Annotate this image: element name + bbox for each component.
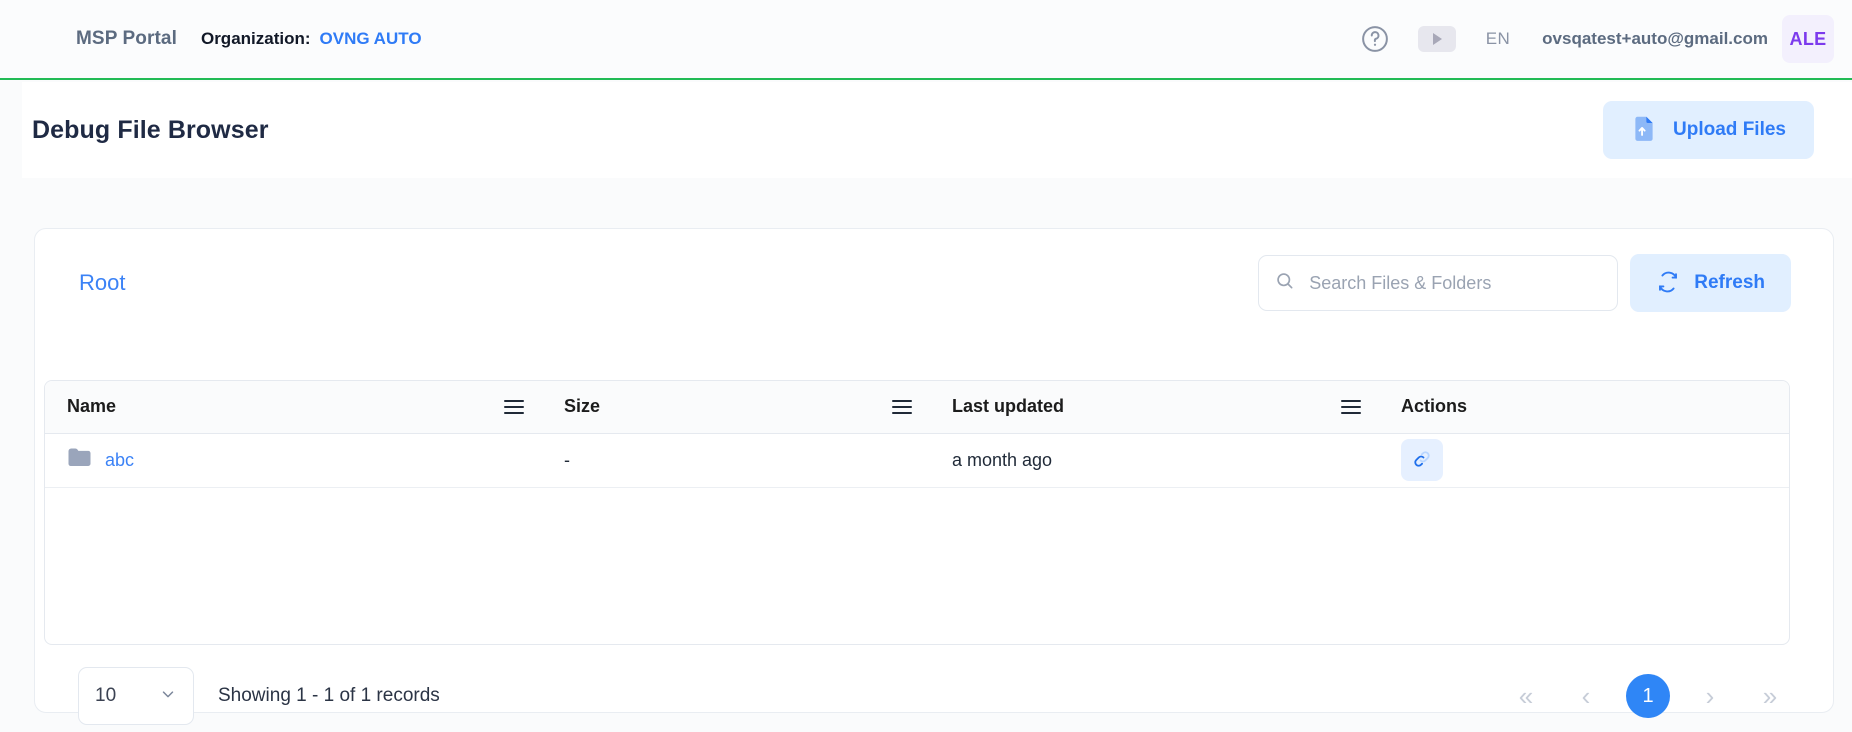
table-row[interactable]: abc - a month ago (45, 433, 1790, 487)
cell-actions (1379, 433, 1790, 487)
folder-name-link[interactable]: abc (105, 450, 134, 471)
chevron-left-icon[interactable]: ‹ (1566, 676, 1606, 716)
card-toolbar-actions: Refresh (1258, 254, 1791, 312)
app-root: MSP Portal Organization: OVNG AUTO EN ov… (0, 0, 1852, 732)
top-header-bar: MSP Portal Organization: OVNG AUTO EN ov… (0, 0, 1852, 80)
refresh-icon (1656, 270, 1680, 297)
column-label-last-updated: Last updated (952, 396, 1064, 417)
table-footer: 10 Showing 1 - 1 of 1 records « ‹ 1 › » (34, 660, 1834, 732)
page-size-select[interactable]: 10 (78, 667, 194, 725)
column-header-size[interactable]: Size (542, 381, 930, 433)
showing-records-text: Showing 1 - 1 of 1 records (218, 685, 440, 707)
chevron-down-icon (159, 685, 177, 708)
files-table: Name Size Last updated (45, 381, 1790, 488)
organization-block: Organization: OVNG AUTO (201, 29, 422, 49)
column-label-size: Size (564, 396, 600, 417)
folder-icon (67, 447, 91, 473)
column-header-last-updated[interactable]: Last updated (930, 381, 1379, 433)
help-circle-icon[interactable] (1352, 16, 1398, 62)
organization-name[interactable]: OVNG AUTO (320, 29, 422, 49)
organization-label: Organization: (201, 29, 311, 49)
table-body: abc - a month ago (45, 433, 1790, 487)
hamburger-menu-icon[interactable] (892, 400, 912, 414)
cell-last-updated: a month ago (930, 433, 1379, 487)
user-email[interactable]: ovsqatest+auto@gmail.com (1542, 29, 1768, 49)
avatar[interactable]: ALE (1782, 15, 1834, 63)
double-chevron-right-icon[interactable]: » (1750, 676, 1790, 716)
language-selector[interactable]: EN (1486, 29, 1510, 49)
refresh-label: Refresh (1694, 272, 1765, 294)
page-size-value: 10 (95, 685, 116, 707)
card-toolbar: Root (35, 229, 1833, 337)
header-right-group: EN ovsqatest+auto@gmail.com ALE (1352, 15, 1852, 63)
upload-files-label: Upload Files (1673, 119, 1786, 141)
search-icon (1275, 271, 1295, 296)
table-header-row: Name Size Last updated (45, 381, 1790, 433)
table-head: Name Size Last updated (45, 381, 1790, 433)
refresh-button[interactable]: Refresh (1630, 254, 1791, 312)
cell-name: abc (45, 433, 542, 487)
copy-link-button[interactable] (1401, 439, 1443, 481)
files-table-container: Name Size Last updated (44, 380, 1790, 645)
brand-title: MSP Portal (76, 28, 177, 50)
hamburger-menu-icon[interactable] (504, 400, 524, 414)
pagination: « ‹ 1 › » (1506, 674, 1790, 718)
cell-size: - (542, 433, 930, 487)
column-label-name: Name (67, 396, 116, 417)
upload-files-button[interactable]: Upload Files (1603, 101, 1814, 159)
column-header-actions: Actions (1379, 381, 1790, 433)
search-input[interactable] (1307, 272, 1601, 295)
page-title-band: Debug File Browser Upload Files (22, 82, 1852, 178)
column-header-name[interactable]: Name (45, 381, 542, 433)
file-upload-icon (1631, 115, 1657, 146)
link-icon (1412, 449, 1432, 472)
play-triangle (1433, 33, 1442, 45)
double-chevron-left-icon[interactable]: « (1506, 676, 1546, 716)
page-number-1[interactable]: 1 (1626, 674, 1670, 718)
column-label-actions: Actions (1401, 396, 1467, 417)
hamburger-menu-icon[interactable] (1341, 400, 1361, 414)
chevron-right-icon[interactable]: › (1690, 676, 1730, 716)
search-box[interactable] (1258, 255, 1618, 311)
page-title: Debug File Browser (32, 116, 269, 145)
play-icon[interactable] (1418, 26, 1456, 52)
header-left-group: MSP Portal Organization: OVNG AUTO (0, 28, 422, 50)
breadcrumb-root[interactable]: Root (79, 270, 125, 296)
left-rail (0, 0, 22, 732)
